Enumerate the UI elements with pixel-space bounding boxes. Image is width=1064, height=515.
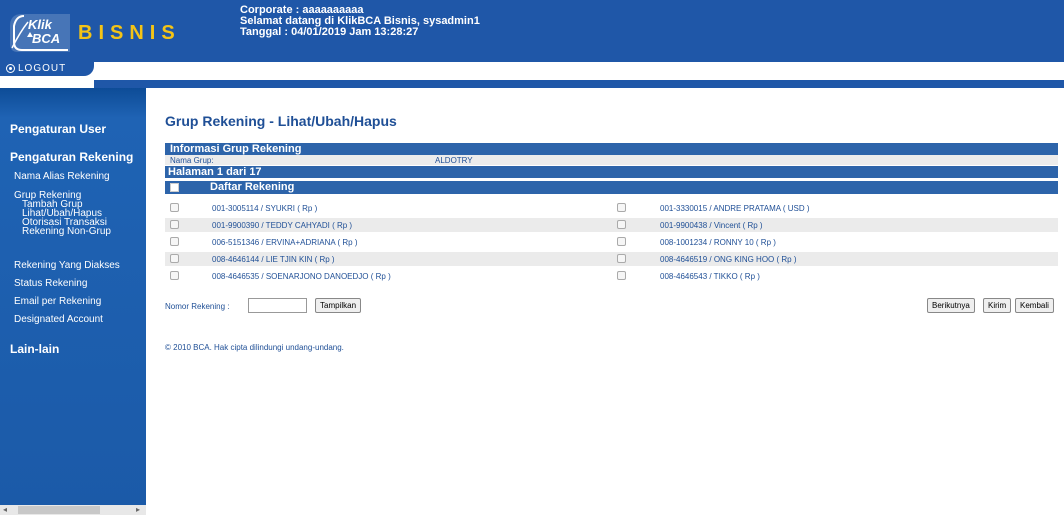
account-link[interactable]: 001-9900438 / Vincent ( Rp ) <box>660 221 763 230</box>
account-checkbox[interactable] <box>617 220 626 229</box>
scroll-left-icon[interactable]: ◂ <box>3 505 7 515</box>
header: Klik BCA BISNIS Corporate : aaaaaaaaaa S… <box>0 0 1064 88</box>
account-link[interactable]: 001-3330015 / ANDRE PRATAMA ( USD ) <box>660 204 810 213</box>
logout-button[interactable]: LOGOUT <box>6 63 66 74</box>
account-link[interactable]: 006-5151346 / ERVINA+ADRIANA ( Rp ) <box>212 238 357 247</box>
sidebar: Pengaturan User Pengaturan Rekening Nama… <box>0 88 146 515</box>
sidebar-item-nama-alias[interactable]: Nama Alias Rekening <box>14 171 110 182</box>
copyright-text: © 2010 BCA. Hak cipta dilindungi undang-… <box>165 343 344 352</box>
logo-bottom-text: BCA <box>32 31 60 46</box>
app-root: Klik BCA BISNIS Corporate : aaaaaaaaaa S… <box>0 0 1064 515</box>
logout-icon <box>6 64 15 73</box>
page-title: Grup Rekening - Lihat/Ubah/Hapus <box>165 113 397 129</box>
logo-top-text: Klik <box>28 17 53 32</box>
kembali-button[interactable]: Kembali <box>1015 298 1054 313</box>
scroll-thumb[interactable] <box>18 506 100 514</box>
tampilkan-button[interactable]: Tampilkan <box>315 298 362 313</box>
account-link[interactable]: 008-4646535 / SOENARJONO DANOEDJO ( Rp ) <box>212 272 391 281</box>
nama-grup-label: Nama Grup: <box>170 156 214 165</box>
account-checkbox[interactable] <box>617 237 626 246</box>
table-row: 006-5151346 / ERVINA+ADRIANA ( Rp ) 008-… <box>165 235 1058 249</box>
account-link[interactable]: 008-4646144 / LIE TJIN KIN ( Rp ) <box>212 255 335 264</box>
account-checkbox[interactable] <box>170 271 179 280</box>
sidebar-item-designated[interactable]: Designated Account <box>14 314 103 325</box>
nomor-rekening-input[interactable] <box>248 298 307 313</box>
daftar-header: Daftar Rekening <box>165 181 1058 194</box>
header-stripe <box>94 80 1064 88</box>
halaman-indicator: Halaman 1 dari 17 <box>165 166 1058 178</box>
account-checkbox[interactable] <box>170 254 179 263</box>
account-link[interactable]: 001-9900390 / TEDDY CAHYADI ( Rp ) <box>212 221 352 230</box>
account-link[interactable]: 008-4646543 / TIKKO ( Rp ) <box>660 272 760 281</box>
account-link[interactable]: 001-3005114 / SYUKRI ( Rp ) <box>212 204 317 213</box>
account-checkbox[interactable] <box>617 271 626 280</box>
logout-tab: LOGOUT <box>0 62 94 76</box>
account-checkbox[interactable] <box>617 203 626 212</box>
berikutnya-button[interactable]: Berikutnya <box>927 298 975 313</box>
scroll-right-icon[interactable]: ▸ <box>136 505 140 515</box>
select-all-checkbox[interactable] <box>170 183 179 192</box>
account-link[interactable]: 008-1001234 / RONNY 10 ( Rp ) <box>660 238 776 247</box>
table-row: 001-9900390 / TEDDY CAHYADI ( Rp ) 001-9… <box>165 218 1058 232</box>
table-row: 008-4646535 / SOENARJONO DANOEDJO ( Rp )… <box>165 269 1058 283</box>
account-checkbox[interactable] <box>617 254 626 263</box>
sidebar-section-rekening[interactable]: Pengaturan Rekening <box>10 150 133 164</box>
nomor-rekening-label: Nomor Rekening : <box>165 302 230 311</box>
nama-grup-value: ALDOTRY <box>435 156 473 165</box>
sidebar-item-status-rekening[interactable]: Status Rekening <box>14 278 87 289</box>
account-checkbox[interactable] <box>170 203 179 212</box>
table-row: 001-3005114 / SYUKRI ( Rp ) 001-3330015 … <box>165 201 1058 215</box>
info-header: Informasi Grup Rekening <box>165 143 1058 155</box>
logout-label: LOGOUT <box>18 63 67 74</box>
account-link[interactable]: 008-4646519 / ONG KING HOO ( Rp ) <box>660 255 797 264</box>
date-text: Tanggal : 04/01/2019 Jam 13:28:27 <box>240 26 419 38</box>
sidebar-section-lain[interactable]: Lain-lain <box>10 342 59 356</box>
kirim-button[interactable]: Kirim <box>983 298 1012 313</box>
klikbca-logo-icon: Klik BCA <box>10 14 70 52</box>
brand-title: BISNIS <box>78 22 181 44</box>
sidebar-scrollbar[interactable]: ◂ ▸ <box>0 505 146 515</box>
sidebar-item-rekening-diakses[interactable]: Rekening Yang Diakses <box>14 260 120 271</box>
header-info: Corporate : aaaaaaaaaa Selamat datang di… <box>240 5 480 38</box>
sidebar-sub-non-grup[interactable]: Rekening Non-Grup <box>22 227 111 237</box>
account-checkbox[interactable] <box>170 220 179 229</box>
daftar-label: Daftar Rekening <box>210 181 295 193</box>
table-row: 008-4646144 / LIE TJIN KIN ( Rp ) 008-46… <box>165 252 1058 266</box>
nama-grup-row: Nama Grup: ALDOTRY <box>165 155 1058 165</box>
account-checkbox[interactable] <box>170 237 179 246</box>
sidebar-item-email-rekening[interactable]: Email per Rekening <box>14 296 101 307</box>
sidebar-section-user[interactable]: Pengaturan User <box>10 122 106 136</box>
